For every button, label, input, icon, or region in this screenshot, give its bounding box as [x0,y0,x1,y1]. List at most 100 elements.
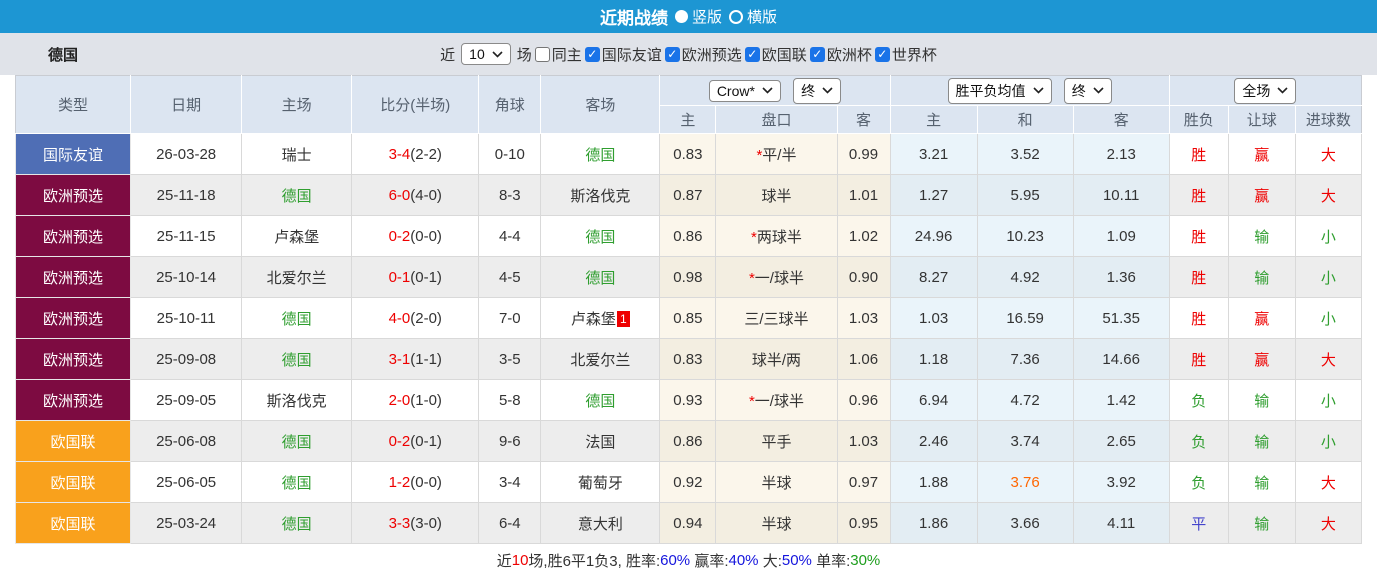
away-team[interactable]: 法国 [541,421,660,462]
radio-selected-icon[interactable] [675,10,688,23]
match-score[interactable]: 3-4(2-2) [352,134,479,175]
subheader-avg-draw: 和 [977,106,1073,134]
match-type-badge: 欧国联 [16,421,131,462]
halftime-score: (0-0) [410,228,442,245]
checkbox-checked-icon[interactable]: ✓ [745,47,760,62]
away-team[interactable]: 葡萄牙 [541,462,660,503]
filter-checkbox-world-cup[interactable]: ✓ 世界杯 [874,44,937,65]
table-row: 欧洲预选 25-09-08 德国 3-1(1-1) 3-5 北爱尔兰 0.83 … [16,339,1362,380]
match-score[interactable]: 2-0(1-0) [352,380,479,421]
away-team[interactable]: 德国 [541,134,660,175]
handicap-odds-home: 0.87 [660,175,716,216]
view-option-vertical[interactable]: 竖版 [675,6,722,27]
halftime-score: (0-1) [410,433,442,450]
home-team[interactable]: 德国 [242,298,352,339]
result-goals: 小 [1295,216,1361,257]
team-name-text: 葡萄牙 [578,475,623,492]
handicap-line: 三/三球半 [716,298,837,339]
header-date: 日期 [131,76,242,134]
table-row: 欧国联 25-06-08 德国 0-2(0-1) 9-6 法国 0.86 平手 … [16,421,1362,462]
checkbox-checked-icon[interactable]: ✓ [585,47,600,62]
summary-segment: 赢率: [690,550,728,571]
home-team[interactable]: 德国 [242,339,352,380]
filter-checkbox-same-venue[interactable]: 同主 [534,44,582,65]
table-row: 欧洲预选 25-09-05 斯洛伐克 2-0(1-0) 5-8 德国 0.93 … [16,380,1362,421]
header-score: 比分(半场) [352,76,479,134]
filter-checkbox-euro-cup[interactable]: ✓ 欧洲杯 [809,44,872,65]
odds-period-select[interactable]: 终 [793,78,841,104]
avg-odds-select[interactable]: 胜平负均值 [948,78,1052,104]
match-score[interactable]: 1-2(0-0) [352,462,479,503]
halftime-score: (0-1) [410,269,442,286]
handicap-line: *两球半 [716,216,837,257]
match-score[interactable]: 6-0(4-0) [352,175,479,216]
handicap-odds-home: 0.83 [660,339,716,380]
match-score[interactable]: 0-2(0-0) [352,216,479,257]
filter-bar: 德国 近 10 场 同主 ✓ 国际友谊 ✓ 欧洲预选 ✓ 欧国联 ✓ 欧洲杯 ✓ [0,33,1377,75]
filter-checkbox-friendly[interactable]: ✓ 国际友谊 [584,44,662,65]
scope-select[interactable]: 全场 [1234,78,1296,104]
subheader-avg-away: 客 [1073,106,1169,134]
checkbox-checked-icon[interactable]: ✓ [810,47,825,62]
match-type-badge: 欧洲预选 [16,216,131,257]
result-outcome: 负 [1169,462,1228,503]
match-score[interactable]: 0-2(0-1) [352,421,479,462]
away-team[interactable]: 卢森堡1 [541,298,660,339]
checkbox-checked-icon[interactable]: ✓ [665,47,680,62]
checkbox-unchecked-icon[interactable] [535,47,550,62]
match-score[interactable]: 0-1(0-1) [352,257,479,298]
handicap-text: 平手 [761,434,791,451]
match-score[interactable]: 4-0(2-0) [352,298,479,339]
bookmaker-select[interactable]: Crow* [709,80,781,102]
result-handicap: 输 [1228,380,1295,421]
avg-draw-odds: 16.59 [977,298,1073,339]
home-team[interactable]: 斯洛伐克 [242,380,352,421]
home-team[interactable]: 德国 [242,421,352,462]
match-score[interactable]: 3-3(3-0) [352,503,479,544]
home-team[interactable]: 卢森堡 [242,216,352,257]
result-outcome: 胜 [1169,339,1228,380]
summary-segment: 近 [497,550,512,571]
avg-period-select[interactable]: 终 [1064,78,1112,104]
chevron-down-icon [822,87,833,94]
checkbox-checked-icon[interactable]: ✓ [875,47,890,62]
home-team[interactable]: 瑞士 [242,134,352,175]
home-team[interactable]: 北爱尔兰 [242,257,352,298]
match-date: 25-09-08 [131,339,242,380]
fulltime-score: 0-2 [389,433,411,450]
filter-checkbox-nations-league[interactable]: ✓ 欧国联 [744,44,807,65]
handicap-odds-away: 1.03 [837,421,890,462]
summary-segment: 单率: [812,550,850,571]
recent-count-value: 10 [469,46,485,62]
away-team[interactable]: 德国 [541,216,660,257]
home-team[interactable]: 德国 [242,503,352,544]
away-team[interactable]: 意大利 [541,503,660,544]
view-option-horizontal[interactable]: 横版 [729,6,777,27]
summary-segment: 场,胜6平1负3, 胜率: [528,550,660,571]
home-team[interactable]: 德国 [242,462,352,503]
halftime-score: (2-2) [410,146,442,163]
subheader-odds-away: 客 [837,106,890,134]
home-team[interactable]: 德国 [242,175,352,216]
handicap-text: 半球 [761,475,791,492]
match-score[interactable]: 3-1(1-1) [352,339,479,380]
summary-segment: 大: [759,550,782,571]
away-team[interactable]: 北爱尔兰 [541,339,660,380]
team-name-text: 北爱尔兰 [570,352,630,369]
away-team[interactable]: 德国 [541,380,660,421]
filter-checkbox-euro-qualifier[interactable]: ✓ 欧洲预选 [664,44,742,65]
result-outcome: 负 [1169,421,1228,462]
chevron-down-icon [1093,87,1104,94]
result-handicap: 赢 [1228,339,1295,380]
bookmaker-select-value: Crow* [717,83,755,99]
halftime-score: (2-0) [410,310,442,327]
match-date: 25-10-11 [131,298,242,339]
halftime-score: (3-0) [410,515,442,532]
away-team[interactable]: 德国 [541,257,660,298]
chevron-down-icon [492,51,503,58]
away-team[interactable]: 斯洛伐克 [541,175,660,216]
radio-unselected-icon[interactable] [729,10,743,24]
handicap-odds-away: 1.06 [837,339,890,380]
handicap-odds-home: 0.92 [660,462,716,503]
recent-count-select[interactable]: 10 [461,43,511,65]
